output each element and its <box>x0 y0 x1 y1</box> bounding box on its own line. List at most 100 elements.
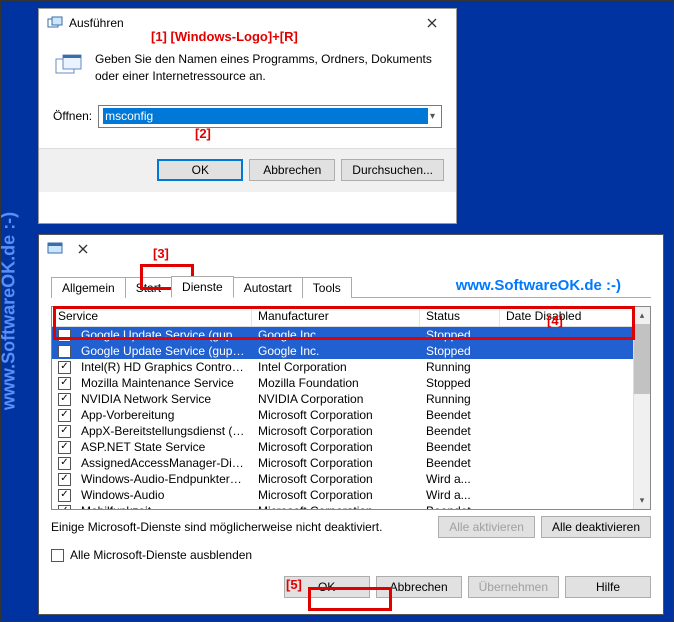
chevron-down-icon[interactable]: ▾ <box>428 111 437 122</box>
cell-manufacturer: Microsoft Corporation <box>252 424 420 438</box>
row-checkbox[interactable]: ✓ <box>58 441 71 454</box>
cell-service: App-Vorbereitung <box>75 408 252 422</box>
row-checkbox[interactable]: ✓ <box>58 425 71 438</box>
row-checkbox[interactable]: ✓ <box>58 473 71 486</box>
cell-service: AssignedAccessManager-Dienst <box>75 456 252 470</box>
run-title: Ausführen <box>69 16 124 30</box>
msconfig-titlebar[interactable] <box>39 235 663 263</box>
hide-ms-checkbox[interactable] <box>51 549 64 562</box>
cell-service: Windows-Audio <box>75 488 252 502</box>
row-checkbox[interactable]: ✓ <box>58 457 71 470</box>
tab-dienste[interactable]: Dienste <box>171 276 234 298</box>
enable-all-button[interactable]: Alle aktivieren <box>438 516 535 538</box>
cell-status: Stopped <box>420 344 500 358</box>
tab-allgemein[interactable]: Allgemein <box>51 277 126 298</box>
cell-status: Wird a... <box>420 472 500 486</box>
cell-status: Beendet <box>420 440 500 454</box>
cell-service: Google Update Service (gupdate) <box>75 328 252 342</box>
tab-autostart[interactable]: Autostart <box>233 277 303 298</box>
annotation-5: [5] <box>286 577 302 592</box>
col-service[interactable]: Service <box>52 307 252 326</box>
disable-all-button[interactable]: Alle deaktivieren <box>541 516 651 538</box>
cell-status: Beendet <box>420 424 500 438</box>
services-listview[interactable]: Service Manufacturer Status Date Disable… <box>51 306 651 510</box>
scroll-up-icon[interactable]: ▴ <box>634 307 650 324</box>
scroll-down-icon[interactable]: ▾ <box>634 492 650 509</box>
col-manufacturer[interactable]: Manufacturer <box>252 307 420 326</box>
col-status[interactable]: Status <box>420 307 500 326</box>
cell-manufacturer: Microsoft Corporation <box>252 456 420 470</box>
col-date-disabled[interactable]: Date Disabled <box>500 307 633 326</box>
table-row[interactable]: ✓ AppX-Bereitstellungsdienst (App...Micro… <box>52 423 633 439</box>
table-row[interactable]: ✓ Intel(R) HD Graphics Control Panel Se..… <box>52 359 633 375</box>
cell-service: ASP.NET State Service <box>75 440 252 454</box>
msconfig-dialog: AllgemeinStartDiensteAutostartTools www.S… <box>38 234 664 615</box>
table-row[interactable]: ✓ ASP.NET State ServiceMicrosoft Corporat… <box>52 439 633 455</box>
table-row[interactable]: ✓ Windows-Audio-Endpunkterstell...Microso… <box>52 471 633 487</box>
table-row[interactable]: ✓Windows-AudioMicrosoft CorporationWird … <box>52 487 633 503</box>
scroll-thumb[interactable] <box>634 324 650 394</box>
cell-manufacturer: Microsoft Corporation <box>252 488 420 502</box>
run-description: Geben Sie den Namen eines Programms, Ord… <box>95 51 442 85</box>
watermark-tab: www.SoftwareOK.de :-) <box>456 277 621 294</box>
cell-status: Running <box>420 392 500 406</box>
cancel-button[interactable]: Abbrechen <box>249 159 335 181</box>
table-row[interactable]: Google Update Service (gupdate)Google In… <box>52 327 633 343</box>
row-checkbox[interactable]: ✓ <box>58 377 71 390</box>
cell-manufacturer: Google Inc. <box>252 344 420 358</box>
cell-manufacturer: Microsoft Corporation <box>252 408 420 422</box>
cell-status: Stopped <box>420 328 500 342</box>
cell-manufacturer: Intel Corporation <box>252 360 420 374</box>
cell-manufacturer: Mozilla Foundation <box>252 376 420 390</box>
table-row[interactable]: ✓MobilfunkzeitMicrosoft CorporationBeend… <box>52 503 633 509</box>
ok-button[interactable]: OK <box>157 159 243 181</box>
msconfig-apply-button[interactable]: Übernehmen <box>468 576 559 598</box>
open-label: Öffnen: <box>53 109 92 123</box>
scrollbar[interactable]: ▴ ▾ <box>633 307 650 509</box>
row-checkbox[interactable] <box>58 329 71 342</box>
annotation-5-box <box>308 587 392 611</box>
cell-service: Mozilla Maintenance Service <box>75 376 252 390</box>
row-checkbox[interactable]: ✓ <box>58 489 71 502</box>
scroll-track[interactable] <box>634 324 650 492</box>
cell-manufacturer: Microsoft Corporation <box>252 504 420 509</box>
tab-start[interactable]: Start <box>125 277 172 298</box>
row-checkbox[interactable]: ✓ <box>58 505 71 510</box>
listview-header[interactable]: Service Manufacturer Status Date Disable… <box>52 307 633 327</box>
cell-status: Beendet <box>420 408 500 422</box>
cell-service: Mobilfunkzeit <box>75 504 252 509</box>
table-row[interactable]: ✓ AssignedAccessManager-DienstMicrosoft C… <box>52 455 633 471</box>
annotation-1: [1] [Windows-Logo]+[R] <box>151 29 298 44</box>
open-combobox[interactable]: msconfig ▾ <box>98 105 442 128</box>
cell-status: Stopped <box>420 376 500 390</box>
table-row[interactable]: ✓ NVIDIA Network ServiceNVIDIA Corporatio… <box>52 391 633 407</box>
open-value[interactable]: msconfig <box>103 108 428 124</box>
annotation-2: [2] <box>195 126 211 141</box>
row-checkbox[interactable]: ✓ <box>58 361 71 374</box>
cell-manufacturer: NVIDIA Corporation <box>252 392 420 406</box>
row-checkbox[interactable] <box>58 345 71 358</box>
tab-tools[interactable]: Tools <box>302 277 352 298</box>
cell-service: Intel(R) HD Graphics Control Panel Se... <box>75 360 252 374</box>
row-checkbox[interactable]: ✓ <box>58 393 71 406</box>
table-row[interactable]: ✓ Mozilla Maintenance ServiceMozilla Foun… <box>52 375 633 391</box>
annotation-3: [3] <box>153 246 169 261</box>
browse-button[interactable]: Durchsuchen... <box>341 159 444 181</box>
ms-note: Einige Microsoft-Dienste sind möglicherw… <box>51 520 382 534</box>
cell-status: Beendet <box>420 456 500 470</box>
table-row[interactable]: Google Update Service (gupdatem)Google I… <box>52 343 633 359</box>
cell-service: Windows-Audio-Endpunkterstell... <box>75 472 252 486</box>
msconfig-icon <box>47 240 63 259</box>
watermark-left: www.SoftwareOK.de :-) <box>0 212 20 410</box>
table-row[interactable]: ✓ App-VorbereitungMicrosoft CorporationBe… <box>52 407 633 423</box>
annotation-4: [4] <box>547 313 563 328</box>
cell-manufacturer: Microsoft Corporation <box>252 472 420 486</box>
close-button[interactable] <box>412 11 452 35</box>
msconfig-help-button[interactable]: Hilfe <box>565 576 651 598</box>
cell-service: AppX-Bereitstellungsdienst (App... <box>75 424 252 438</box>
cell-manufacturer: Microsoft Corporation <box>252 440 420 454</box>
row-checkbox[interactable]: ✓ <box>58 409 71 422</box>
cell-service: NVIDIA Network Service <box>75 392 252 406</box>
run-dialog-icon <box>47 15 63 31</box>
msconfig-close-button[interactable] <box>63 237 103 261</box>
